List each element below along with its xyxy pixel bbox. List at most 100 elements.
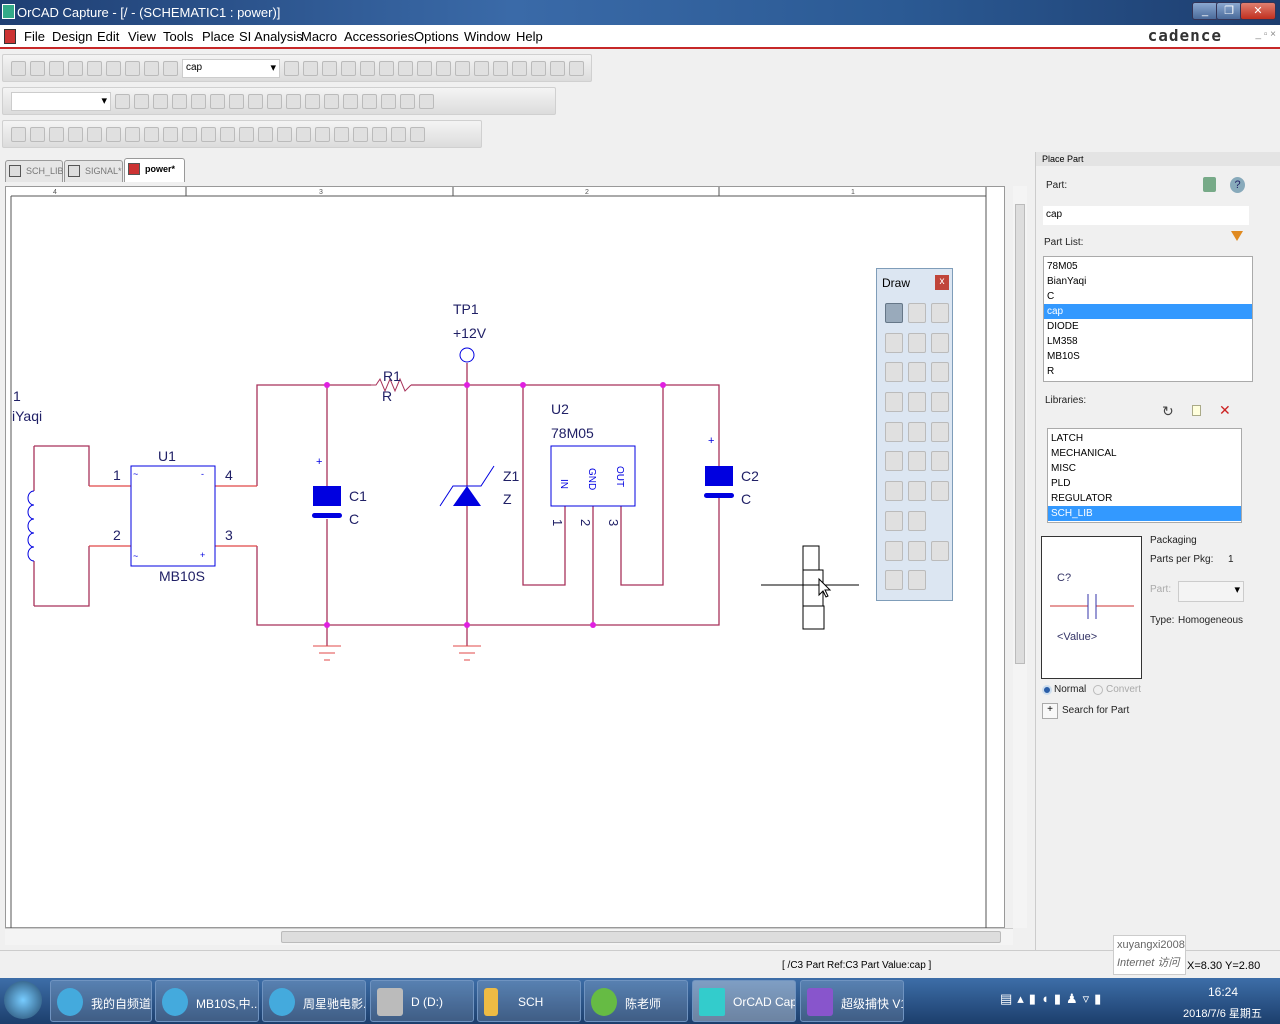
bus-icon[interactable] bbox=[885, 362, 903, 383]
center-icon[interactable] bbox=[391, 126, 406, 142]
auto-wire-multi-icon[interactable] bbox=[931, 332, 949, 353]
hier-pin-icon[interactable] bbox=[885, 451, 903, 472]
library-list-item[interactable]: LATCH bbox=[1048, 431, 1241, 446]
netlist-icon[interactable] bbox=[436, 60, 451, 76]
align-top-icon[interactable] bbox=[68, 126, 83, 142]
polyline-icon[interactable] bbox=[908, 481, 926, 502]
align-center-icon[interactable] bbox=[30, 126, 45, 142]
w-icon[interactable] bbox=[400, 93, 415, 109]
menu-view[interactable]: View bbox=[128, 29, 156, 44]
start-button[interactable] bbox=[4, 981, 42, 1019]
power-icon[interactable] bbox=[267, 93, 282, 109]
cut-icon[interactable] bbox=[87, 60, 102, 76]
page-icon[interactable] bbox=[239, 126, 254, 142]
back-annotate-icon[interactable] bbox=[398, 60, 413, 76]
z1-zener[interactable] bbox=[453, 486, 481, 506]
select-icon[interactable] bbox=[885, 303, 903, 323]
no-connect-icon[interactable] bbox=[908, 392, 926, 413]
schematic-drawing[interactable]: 4 3 2 1 1 iYaqi ~~-+ U1 MB10S 1 2 4 3 R1… bbox=[6, 187, 1006, 929]
part-list-item[interactable]: DIODE bbox=[1044, 319, 1252, 334]
taskbar-item[interactable]: 陈老师 bbox=[584, 980, 688, 1022]
bias-w-icon[interactable] bbox=[343, 93, 358, 109]
v-icon[interactable] bbox=[362, 93, 377, 109]
search-for-part-label[interactable]: Search for Part bbox=[1062, 705, 1129, 716]
align-bottom-icon[interactable] bbox=[106, 126, 121, 142]
ground-symbol[interactable] bbox=[313, 645, 481, 661]
print-icon[interactable] bbox=[68, 60, 83, 76]
zoom-out-icon[interactable] bbox=[303, 60, 318, 76]
redo-icon[interactable] bbox=[163, 60, 178, 76]
hier-block-icon[interactable] bbox=[908, 421, 926, 442]
open-icon[interactable] bbox=[30, 60, 45, 76]
auto-wire-icon[interactable] bbox=[885, 332, 903, 353]
power-icon[interactable] bbox=[931, 392, 949, 413]
current-icon[interactable] bbox=[248, 93, 263, 109]
spread-icon[interactable] bbox=[372, 126, 387, 142]
part-list-item[interactable]: C bbox=[1044, 289, 1252, 304]
hdl-icon[interactable] bbox=[315, 126, 330, 142]
library-list-item[interactable]: REGULATOR bbox=[1048, 491, 1241, 506]
arc-icon[interactable] bbox=[908, 510, 926, 531]
wires[interactable] bbox=[33, 363, 720, 646]
zoom-combo[interactable]: cap bbox=[182, 58, 280, 78]
part-icon[interactable] bbox=[531, 60, 546, 76]
remove-library-icon[interactable]: ✕ bbox=[1219, 402, 1231, 419]
new-icon[interactable] bbox=[11, 60, 26, 76]
marker-icon[interactable] bbox=[191, 93, 206, 109]
hierarchy-icon[interactable] bbox=[550, 60, 565, 76]
tag-icon[interactable] bbox=[410, 126, 425, 142]
ladder-icon[interactable] bbox=[296, 126, 311, 142]
mdi-controls[interactable]: _ ▫ × bbox=[1255, 29, 1276, 40]
align-middle-icon[interactable] bbox=[87, 126, 102, 142]
zoom-all-icon[interactable] bbox=[341, 60, 356, 76]
tab-power[interactable]: power* bbox=[124, 158, 185, 182]
menu-design[interactable]: Design bbox=[52, 29, 92, 44]
cross-ref-icon[interactable] bbox=[455, 60, 470, 76]
search-combo[interactable] bbox=[11, 91, 111, 111]
c1-capacitor[interactable] bbox=[313, 486, 341, 506]
prev-icon[interactable] bbox=[134, 93, 149, 109]
bom-icon[interactable] bbox=[474, 60, 489, 76]
net-alias-icon[interactable] bbox=[908, 362, 926, 383]
taskbar-item[interactable]: MB10S,中... bbox=[155, 980, 259, 1022]
menu-si-analysis[interactable]: SI Analysis bbox=[239, 29, 303, 44]
table-icon[interactable] bbox=[258, 126, 273, 142]
taskbar-item[interactable]: SCH bbox=[477, 980, 581, 1022]
search-expand-button[interactable]: + bbox=[1042, 703, 1058, 719]
menu-macro[interactable]: Macro bbox=[301, 29, 337, 44]
annotate-icon[interactable] bbox=[379, 60, 394, 76]
picture-icon[interactable] bbox=[885, 570, 903, 591]
library-list[interactable]: LATCH MECHANICAL MISC PLD REGULATOR SCH_LIB bbox=[1047, 428, 1242, 523]
drc-icon[interactable] bbox=[417, 60, 432, 76]
no-erc-icon[interactable] bbox=[931, 451, 949, 472]
copy-icon[interactable] bbox=[106, 60, 121, 76]
part-list-item[interactable]: R bbox=[1044, 364, 1252, 379]
taskbar-item-active[interactable]: OrCAD Cap... bbox=[692, 980, 796, 1022]
pin-icon[interactable] bbox=[277, 126, 292, 142]
ieee-icon[interactable] bbox=[908, 570, 926, 591]
align-right-icon[interactable] bbox=[49, 126, 64, 142]
part-list-item[interactable]: cap bbox=[1044, 304, 1252, 319]
elliptical-arc-icon[interactable] bbox=[885, 540, 903, 561]
part-list-item[interactable]: MB10S bbox=[1044, 349, 1252, 364]
distribute-v-icon[interactable] bbox=[144, 126, 159, 142]
library-list-item[interactable]: PLD bbox=[1048, 476, 1241, 491]
ellipse-icon[interactable] bbox=[885, 510, 903, 531]
pkg-part-select[interactable] bbox=[1178, 581, 1244, 602]
c2-capacitor[interactable] bbox=[705, 466, 733, 486]
distribute-h-icon[interactable] bbox=[125, 126, 140, 142]
add-library-icon[interactable] bbox=[1203, 177, 1216, 192]
p-icon[interactable] bbox=[419, 93, 434, 109]
clock-time[interactable]: 16:24 bbox=[1208, 985, 1238, 999]
diff-icon[interactable] bbox=[286, 93, 301, 109]
text-icon[interactable] bbox=[931, 540, 949, 561]
filter-icon[interactable] bbox=[182, 126, 197, 142]
horizontal-scrollbar[interactable] bbox=[5, 928, 1013, 945]
bias-v-icon[interactable] bbox=[305, 93, 320, 109]
off-page-icon[interactable] bbox=[908, 451, 926, 472]
undo-icon[interactable] bbox=[144, 60, 159, 76]
property-icon[interactable] bbox=[201, 126, 216, 142]
horizontal-icon[interactable] bbox=[353, 126, 368, 142]
library-list-item[interactable]: MISC bbox=[1048, 461, 1241, 476]
taskbar-item[interactable]: D (D:) bbox=[370, 980, 474, 1022]
